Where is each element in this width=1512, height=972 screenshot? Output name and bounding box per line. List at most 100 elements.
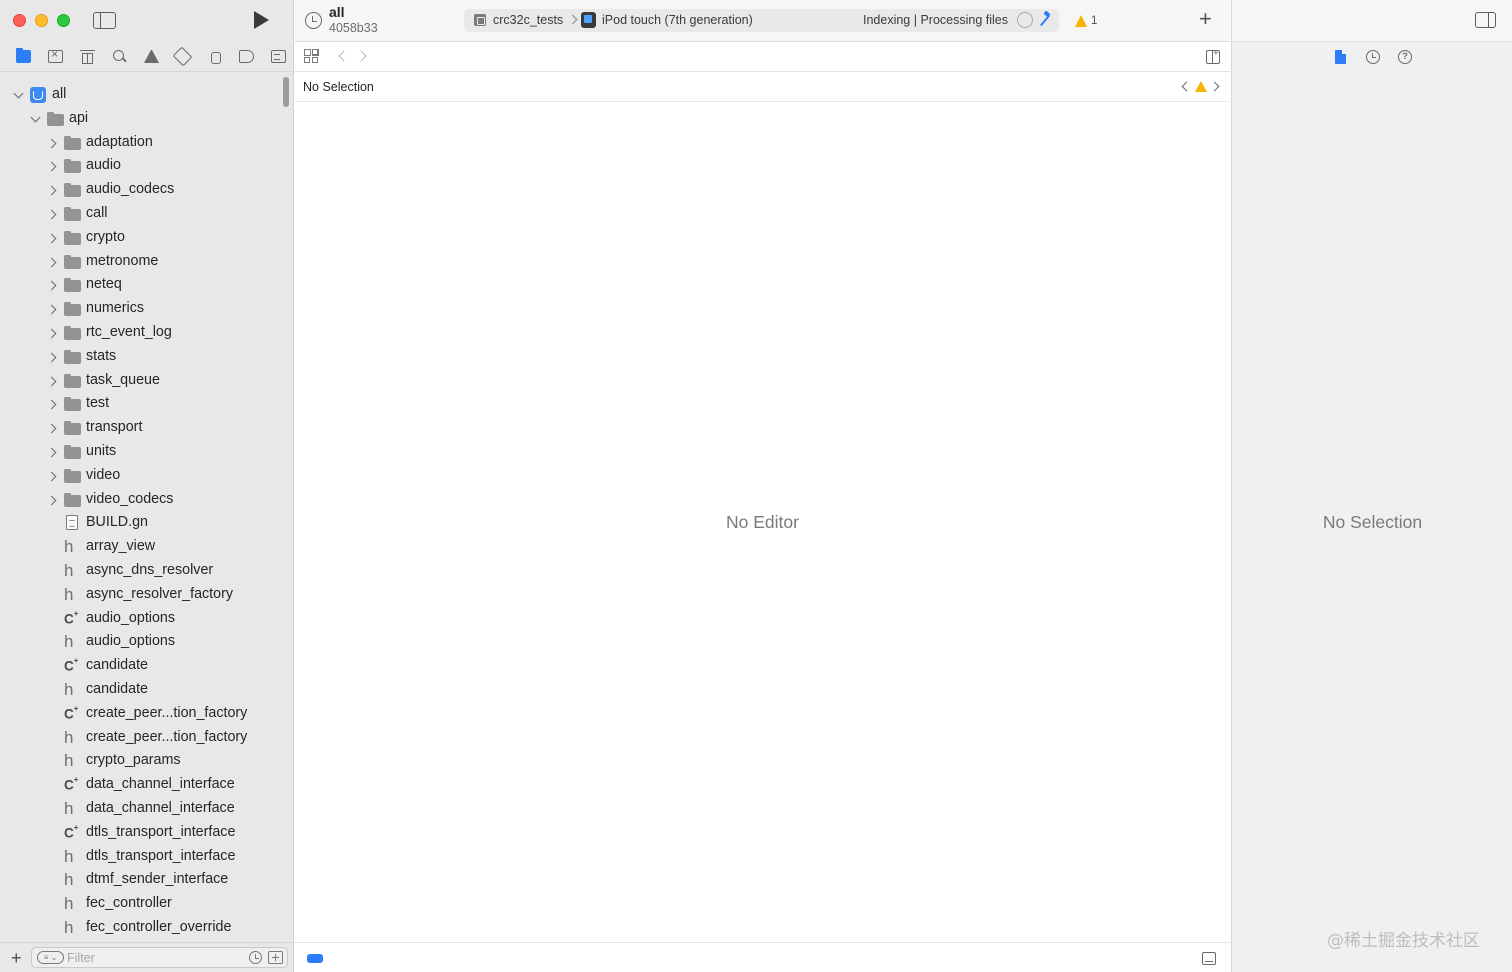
tree-file-row[interactable]: BUILD.gn (0, 511, 280, 535)
tab-issue-navigator[interactable] (135, 46, 167, 68)
chevron-right-icon[interactable] (48, 376, 58, 386)
add-file-button[interactable]: + (11, 948, 22, 969)
warning-icon[interactable] (1195, 81, 1207, 92)
clock-icon[interactable] (305, 12, 322, 29)
tree-folder-row[interactable]: neteq (0, 273, 280, 297)
chevron-right-icon[interactable] (48, 328, 58, 338)
tree-file-row[interactable]: h dtmf_sender_interface (0, 868, 280, 892)
forward-button[interactable] (355, 50, 367, 62)
next-issue-button[interactable] (1209, 81, 1220, 92)
tree-file-row[interactable]: C+ dtls_transport_interface (0, 821, 280, 845)
tree-file-row[interactable]: h audio_options (0, 630, 280, 654)
tree-folder-row[interactable]: all (0, 83, 280, 107)
warning-badge[interactable]: 1 (1075, 12, 1097, 29)
chevron-right-icon[interactable] (48, 423, 58, 433)
tree-file-row[interactable]: h async_dns_resolver (0, 559, 280, 583)
tree-folder-row[interactable]: audio_codecs (0, 178, 280, 202)
tab-debug-navigator[interactable] (199, 46, 231, 68)
tree-file-row[interactable]: h create_peer...tion_factory (0, 726, 280, 750)
chevron-right-icon[interactable] (48, 233, 58, 243)
destination-selector[interactable]: iPod touch (7th generation) (602, 13, 753, 27)
chevron-right-icon[interactable] (48, 471, 58, 481)
chevron-right-icon[interactable] (48, 399, 58, 409)
tree-file-row[interactable]: h candidate (0, 678, 280, 702)
tree-folder-row[interactable]: transport (0, 416, 280, 440)
chevron-right-icon[interactable] (48, 209, 58, 219)
tree-folder-row[interactable]: call (0, 202, 280, 226)
file-inspector-icon[interactable] (1335, 50, 1346, 64)
tree-file-row[interactable]: h array_view (0, 535, 280, 559)
tree-file-row[interactable]: C+ create_peer...tion_factory (0, 702, 280, 726)
tree-file-row[interactable]: h fec_controller_override (0, 916, 280, 940)
tree-file-row[interactable]: h data_channel_interface (0, 797, 280, 821)
tree-file-row[interactable]: C+ data_channel_interface (0, 773, 280, 797)
tree-folder-row[interactable]: test (0, 392, 280, 416)
tree-item-label: rtc_event_log (86, 324, 172, 340)
jump-bar-label[interactable]: No Selection (303, 80, 374, 94)
debug-area-icon[interactable] (1202, 952, 1216, 965)
close-window-button[interactable] (13, 14, 26, 27)
history-inspector-icon[interactable] (1366, 50, 1380, 64)
chevron-right-icon[interactable] (48, 257, 58, 267)
tab-test-navigator[interactable] (167, 46, 199, 68)
tree-folder-row[interactable]: api (0, 107, 280, 131)
tree-file-row[interactable]: h async_resolver_factory (0, 583, 280, 607)
chevron-right-icon[interactable] (48, 304, 58, 314)
related-items-icon[interactable] (304, 49, 319, 64)
add-editor-button[interactable] (1206, 48, 1220, 64)
inspector-toggle-icon[interactable] (1475, 12, 1496, 28)
minimize-window-button[interactable] (35, 14, 48, 27)
tree-folder-row[interactable]: units (0, 440, 280, 464)
tree-folder-row[interactable]: audio (0, 154, 280, 178)
debug-toggle-button[interactable] (307, 954, 323, 963)
chevron-right-icon[interactable] (48, 161, 58, 171)
chevron-down-icon[interactable] (31, 114, 41, 124)
tree-file-row[interactable]: C+ audio_options (0, 607, 280, 631)
tree-folder-row[interactable]: metronome (0, 250, 280, 274)
tree-item-label: candidate (86, 681, 149, 697)
help-icon[interactable]: ? (1398, 50, 1412, 64)
scm-filter-icon[interactable] (268, 951, 283, 964)
chevron-right-icon[interactable] (48, 447, 58, 457)
tree-folder-row[interactable]: video_codecs (0, 488, 280, 512)
tree-file-row[interactable]: h dtls_transport_interface (0, 845, 280, 869)
tree-folder-row[interactable]: crypto (0, 226, 280, 250)
clock-icon[interactable] (249, 951, 262, 964)
chevron-right-icon[interactable] (48, 185, 58, 195)
chevron-right-icon[interactable] (48, 352, 58, 362)
sidebar-toggle-icon[interactable] (93, 12, 116, 29)
navigator-scrollbar[interactable] (283, 77, 289, 107)
back-button[interactable] (338, 50, 350, 62)
tab-breakpoint-navigator[interactable] (230, 46, 262, 68)
tree-item-label: all (52, 86, 67, 102)
filter-input[interactable] (67, 950, 237, 965)
tab-source-control-navigator[interactable] (40, 46, 72, 68)
previous-issue-button[interactable] (1181, 81, 1192, 92)
tree-folder-row[interactable]: stats (0, 345, 280, 369)
run-button[interactable] (254, 11, 269, 29)
tree-item-label: create_peer...tion_factory (86, 704, 248, 721)
add-library-button[interactable]: + (1199, 8, 1212, 30)
chevron-right-icon[interactable] (48, 138, 58, 148)
filter-menu-icon[interactable]: ≡ ⌄ (37, 951, 64, 964)
tree-file-row[interactable]: C+ candidate (0, 654, 280, 678)
tab-symbol-navigator[interactable] (72, 46, 104, 68)
tree-folder-row[interactable]: video (0, 464, 280, 488)
tree-folder-row[interactable]: task_queue (0, 369, 280, 393)
chevron-right-icon[interactable] (48, 280, 58, 290)
chevron-down-icon[interactable] (14, 90, 24, 100)
tree-folder-row[interactable]: rtc_event_log (0, 321, 280, 345)
tree-folder-row[interactable]: numerics (0, 297, 280, 321)
navigator-tab-bar (0, 42, 294, 72)
chevron-right-icon[interactable] (48, 495, 58, 505)
zoom-window-button[interactable] (57, 14, 70, 27)
tree-file-row[interactable]: h crypto_params (0, 749, 280, 773)
tab-report-navigator[interactable] (262, 46, 294, 68)
filter-field[interactable]: ≡ ⌄ (31, 947, 288, 968)
hierarchy-icon (79, 50, 95, 64)
tab-find-navigator[interactable] (103, 46, 135, 68)
scheme-selector[interactable]: crc32c_tests (493, 13, 563, 27)
tab-project-navigator[interactable] (8, 46, 40, 68)
tree-folder-row[interactable]: adaptation (0, 131, 280, 155)
tree-file-row[interactable]: h fec_controller (0, 892, 280, 916)
